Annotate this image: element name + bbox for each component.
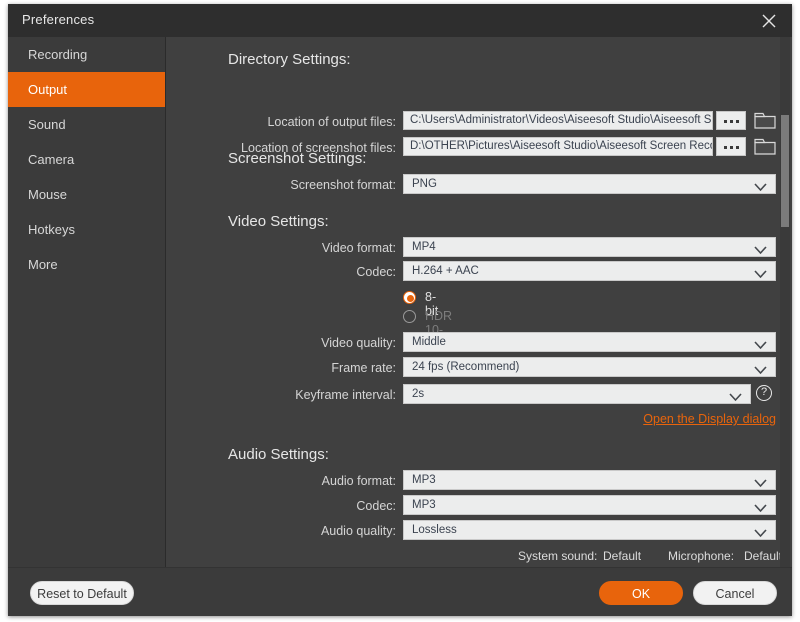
sidebar-item-label: Mouse xyxy=(28,187,67,202)
folder-glyph xyxy=(754,137,776,156)
label-audio-codec: Codec: xyxy=(206,499,396,513)
sidebar-item-recording[interactable]: Recording xyxy=(8,37,165,72)
close-glyph xyxy=(761,13,777,29)
screenshot-format-value: PNG xyxy=(412,178,437,190)
sidebar-item-label: Hotkeys xyxy=(28,222,75,237)
output-files-path-input[interactable]: C:\Users\Administrator\Videos\Aiseesoft … xyxy=(403,111,713,130)
scrollbar-thumb[interactable] xyxy=(781,115,789,227)
dot xyxy=(736,120,739,123)
sidebar-item-label: Output xyxy=(28,82,67,97)
sidebar-item-mouse[interactable]: Mouse xyxy=(8,177,165,212)
sidebar-item-hotkeys[interactable]: Hotkeys xyxy=(8,212,165,247)
label-screenshot-format: Screenshot format: xyxy=(206,178,396,192)
label-audio-format: Audio format: xyxy=(206,474,396,488)
screenshot-files-browse-button[interactable] xyxy=(716,137,746,156)
screenshot-files-folder-icon[interactable] xyxy=(754,137,776,156)
chevron-down-icon xyxy=(729,390,742,404)
sidebar-item-output[interactable]: Output xyxy=(8,72,165,107)
system-sound-value: Default xyxy=(603,549,641,563)
dot xyxy=(724,146,727,149)
dot xyxy=(730,120,733,123)
screenshot-format-select[interactable]: PNG xyxy=(403,174,776,194)
video-format-value: MP4 xyxy=(412,241,436,253)
dot xyxy=(736,146,739,149)
dot xyxy=(730,146,733,149)
audio-quality-value: Lossless xyxy=(412,524,457,536)
chevron-down-icon xyxy=(754,476,767,490)
title-bar: Preferences xyxy=(8,4,792,37)
label-output-files: Location of output files: xyxy=(206,115,396,129)
video-codec-value: H.264 + AAC xyxy=(412,265,479,277)
dialog-footer: Reset to Default OK Cancel xyxy=(8,567,792,616)
chevron-down-icon xyxy=(754,267,767,281)
section-title-screenshot: Screenshot Settings: xyxy=(228,150,366,167)
chevron-down-icon xyxy=(754,338,767,352)
cancel-button[interactable]: Cancel xyxy=(693,581,777,605)
microphone-value: Default xyxy=(744,549,782,563)
chevron-down-icon xyxy=(754,243,767,257)
dialog-window: Preferences Recording Output Sound Camer… xyxy=(8,4,792,616)
folder-glyph xyxy=(754,111,776,130)
label-frame-rate: Frame rate: xyxy=(206,361,396,375)
radio-dot xyxy=(407,295,414,302)
chevron-down-icon xyxy=(754,363,767,377)
keyframe-help-icon[interactable]: ? xyxy=(756,385,772,401)
label-audio-quality: Audio quality: xyxy=(206,524,396,538)
audio-format-value: MP3 xyxy=(412,474,436,486)
sidebar-item-label: More xyxy=(28,257,58,272)
label-video-codec: Codec: xyxy=(206,265,396,279)
microphone-label: Microphone: xyxy=(668,549,734,563)
audio-format-select[interactable]: MP3 xyxy=(403,470,776,490)
output-files-browse-button[interactable] xyxy=(716,111,746,130)
sidebar-item-label: Camera xyxy=(28,152,74,167)
video-quality-select[interactable]: Middle xyxy=(403,332,776,352)
radio-indicator xyxy=(403,310,416,323)
sidebar-item-label: Recording xyxy=(28,47,87,62)
preferences-dialog: Preferences Recording Output Sound Camer… xyxy=(0,0,800,622)
page-title: Preferences xyxy=(22,12,94,27)
ok-button[interactable]: OK xyxy=(599,581,683,605)
close-icon[interactable] xyxy=(752,6,786,36)
label-keyframe-interval: Keyframe interval: xyxy=(206,388,396,402)
screenshot-files-path-input[interactable]: D:\OTHER\Pictures\Aiseesoft Studio\Aisee… xyxy=(403,137,713,156)
label-video-format: Video format: xyxy=(206,241,396,255)
sidebar-item-camera[interactable]: Camera xyxy=(8,142,165,177)
audio-codec-select[interactable]: MP3 xyxy=(403,495,776,515)
chevron-down-icon xyxy=(754,180,767,194)
chevron-down-icon xyxy=(754,501,767,515)
reset-to-default-button[interactable]: Reset to Default xyxy=(30,581,134,605)
settings-panel: Directory Settings: Location of output f… xyxy=(166,37,792,567)
sidebar-item-sound[interactable]: Sound xyxy=(8,107,165,142)
audio-codec-value: MP3 xyxy=(412,499,436,511)
label-video-quality: Video quality: xyxy=(206,336,396,350)
audio-quality-select[interactable]: Lossless xyxy=(403,520,776,540)
sidebar-item-label: Sound xyxy=(28,117,66,132)
frame-rate-value: 24 fps (Recommend) xyxy=(412,361,519,373)
keyframe-interval-select[interactable]: 2s xyxy=(403,384,751,404)
section-title-video: Video Settings: xyxy=(228,213,329,230)
sidebar-item-more[interactable]: More xyxy=(8,247,165,282)
dot xyxy=(724,120,727,123)
vertical-scrollbar[interactable] xyxy=(780,37,790,567)
chevron-down-icon xyxy=(754,526,767,540)
section-title-audio: Audio Settings: xyxy=(228,446,329,463)
frame-rate-select[interactable]: 24 fps (Recommend) xyxy=(403,357,776,377)
section-title-directory: Directory Settings: xyxy=(228,51,351,68)
output-files-folder-icon[interactable] xyxy=(754,111,776,130)
system-sound-label: System sound: xyxy=(518,549,597,563)
radio-indicator xyxy=(403,291,416,304)
sidebar: Recording Output Sound Camera Mouse Hotk… xyxy=(8,37,166,567)
video-quality-value: Middle xyxy=(412,336,446,348)
video-codec-select[interactable]: H.264 + AAC xyxy=(403,261,776,281)
keyframe-interval-value: 2s xyxy=(412,388,424,400)
video-format-select[interactable]: MP4 xyxy=(403,237,776,257)
open-display-dialog-link[interactable]: Open the Display dialog xyxy=(526,412,776,426)
